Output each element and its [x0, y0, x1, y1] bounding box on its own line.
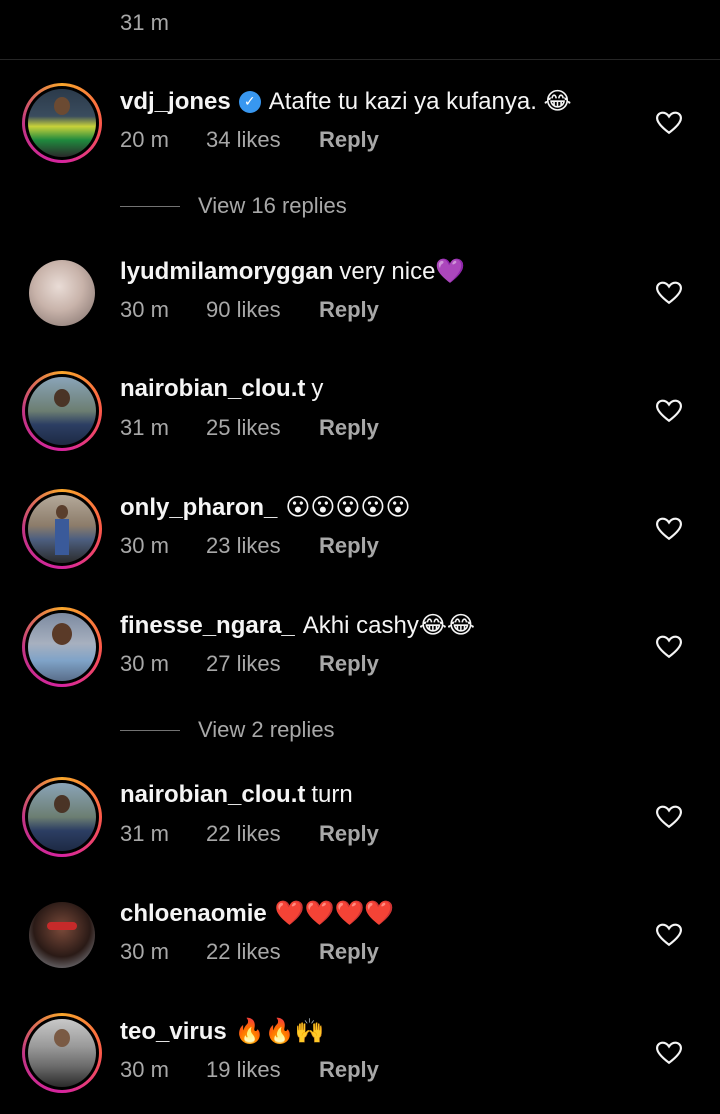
comment-likes[interactable]: 90 likes	[206, 297, 319, 323]
comment-username[interactable]: only_pharon_	[120, 494, 277, 522]
comment-text: turn	[311, 781, 353, 808]
comment-time: 30 m	[120, 939, 169, 964]
comment-time: 30 m	[120, 297, 169, 322]
comment-item: nairobian_clou.t turn 31 m 22 likes Repl…	[0, 777, 720, 877]
comment-likes[interactable]: 23 likes	[206, 533, 319, 559]
comment-item: chloenaomie ❤️❤️❤️❤️ 30 m 22 likes Reply	[0, 895, 720, 995]
like-heart-icon[interactable]	[656, 805, 682, 829]
comment-time: 30 m	[120, 1057, 169, 1082]
like-heart-icon[interactable]	[656, 399, 682, 423]
comment-likes[interactable]: 27 likes	[206, 651, 319, 677]
comment-text: very nice💜	[339, 258, 466, 285]
comment-item: vdj_jones ✓ Atafte tu kazi ya kufanya. 😂…	[0, 83, 720, 183]
reply-button[interactable]: Reply	[319, 127, 379, 153]
comment-time: 31 m	[120, 415, 169, 440]
comment-time: 20 m	[120, 127, 169, 152]
avatar[interactable]	[22, 895, 102, 975]
comment-time: 30 m	[120, 533, 169, 558]
comment-username[interactable]: finesse_ngara_	[120, 612, 295, 640]
previous-comment-time: 31 m	[120, 10, 169, 35]
comment-time: 31 m	[120, 821, 169, 846]
divider	[0, 59, 720, 60]
avatar[interactable]	[22, 777, 102, 857]
comment-item: finesse_ngara_ Akhi cashy😂😂 30 m 27 like…	[0, 607, 720, 707]
avatar[interactable]	[22, 489, 102, 569]
comment-text: Atafte tu kazi ya kufanya. 😂	[268, 88, 572, 115]
comment-item: only_pharon_ 😮😮😮😮😮 30 m 23 likes Reply	[0, 489, 720, 589]
reply-button[interactable]: Reply	[319, 533, 379, 559]
avatar[interactable]	[22, 83, 102, 163]
view-replies-label: View 16 replies	[198, 193, 347, 218]
like-heart-icon[interactable]	[656, 111, 682, 135]
comment-item: lyudmilamoryggan very nice💜 30 m 90 like…	[0, 253, 720, 353]
like-heart-icon[interactable]	[656, 1041, 682, 1065]
like-heart-icon[interactable]	[656, 517, 682, 541]
reply-button[interactable]: Reply	[319, 297, 379, 323]
comment-username[interactable]: lyudmilamoryggan	[120, 258, 333, 286]
replies-divider	[120, 729, 180, 731]
like-heart-icon[interactable]	[656, 635, 682, 659]
comment-likes[interactable]: 34 likes	[206, 127, 319, 153]
comment-likes[interactable]: 19 likes	[206, 1057, 319, 1083]
view-replies-label: View 2 replies	[198, 717, 335, 742]
like-heart-icon[interactable]	[656, 923, 682, 947]
comment-username[interactable]: chloenaomie	[120, 900, 267, 928]
avatar[interactable]	[22, 1013, 102, 1093]
reply-button[interactable]: Reply	[319, 1057, 379, 1083]
avatar[interactable]	[22, 371, 102, 451]
comment-text: Akhi cashy😂😂	[302, 612, 475, 639]
reply-button[interactable]: Reply	[319, 415, 379, 441]
comment-item: nairobian_clou.t y 31 m 25 likes Reply	[0, 371, 720, 471]
avatar[interactable]	[22, 607, 102, 687]
reply-button[interactable]: Reply	[319, 821, 379, 847]
comment-text: y	[311, 375, 324, 402]
like-heart-icon[interactable]	[656, 281, 682, 305]
comment-text: 😮😮😮😮😮	[285, 494, 411, 521]
comment-likes[interactable]: 22 likes	[206, 939, 319, 965]
comment-username[interactable]: vdj_jones	[120, 88, 231, 116]
comment-likes[interactable]: 22 likes	[206, 821, 319, 847]
comment-likes[interactable]: 25 likes	[206, 415, 319, 441]
comment-username[interactable]: teo_virus	[120, 1018, 227, 1046]
view-replies-button[interactable]: View 16 replies	[120, 191, 347, 221]
verified-badge-icon: ✓	[238, 90, 261, 113]
comment-username[interactable]: nairobian_clou.t	[120, 375, 305, 403]
reply-button[interactable]: Reply	[319, 651, 379, 677]
avatar[interactable]	[22, 253, 102, 333]
view-replies-button[interactable]: View 2 replies	[120, 715, 335, 745]
replies-divider	[120, 205, 180, 207]
comment-text: 🔥🔥🙌	[234, 1018, 325, 1045]
comment-item: teo_virus 🔥🔥🙌 30 m 19 likes Reply	[0, 1013, 720, 1113]
reply-button[interactable]: Reply	[319, 939, 379, 965]
comment-username[interactable]: nairobian_clou.t	[120, 781, 305, 809]
comment-time: 30 m	[120, 651, 169, 676]
comment-text: ❤️❤️❤️❤️	[274, 900, 395, 927]
